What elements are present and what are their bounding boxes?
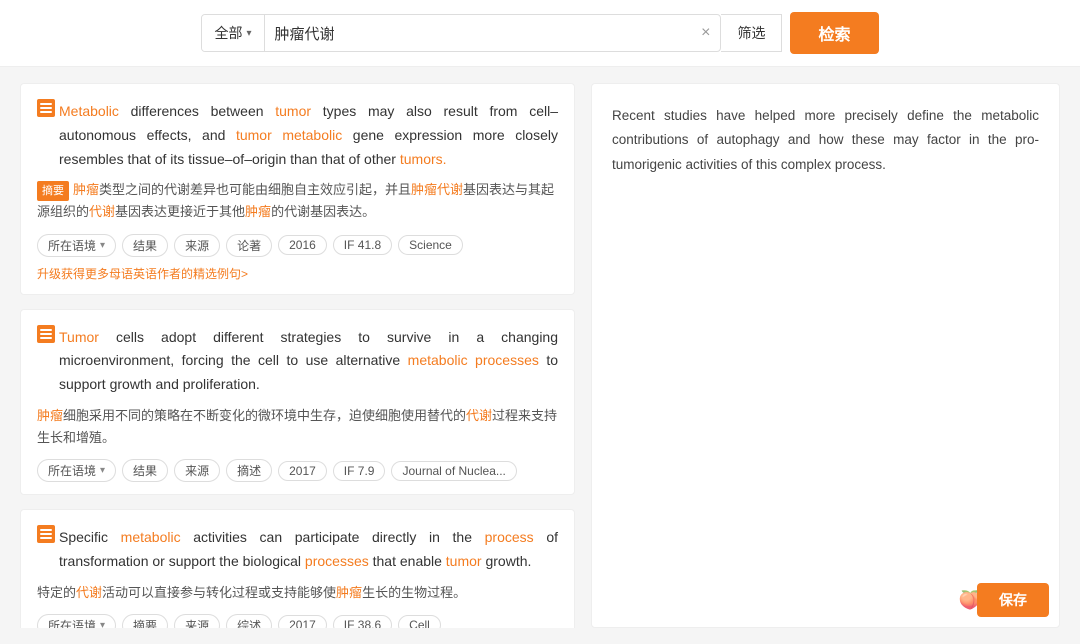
tag-context[interactable]: 所在语境▾ bbox=[37, 459, 116, 482]
tag-journal[interactable]: Journal of Nuclea... bbox=[391, 461, 516, 481]
tag-source[interactable]: 来源 bbox=[174, 234, 220, 257]
highlight: metabolic bbox=[121, 529, 181, 545]
search-button[interactable]: 检索 bbox=[790, 12, 878, 54]
tag-year[interactable]: 2016 bbox=[278, 235, 327, 255]
result-item: Tumor cells adopt different strategies t… bbox=[20, 309, 575, 496]
tag-context[interactable]: 所在语境▾ bbox=[37, 614, 116, 628]
clear-icon[interactable]: × bbox=[691, 16, 720, 50]
result-tags: 所在语境▾ 结果 来源 论著 2016 IF 41.8 Science bbox=[37, 234, 558, 257]
result-zh-text: 摘要肿瘤类型之间的代谢差异也可能由细胞自主效应引起，并且肿瘤代谢基因表达与其起源… bbox=[37, 179, 558, 223]
result-icon bbox=[37, 99, 55, 117]
search-input[interactable] bbox=[265, 17, 692, 50]
tag-source[interactable]: 来源 bbox=[174, 459, 220, 482]
chevron-down-icon: ▾ bbox=[246, 28, 251, 39]
tag-if[interactable]: IF 41.8 bbox=[333, 235, 392, 255]
preview-text: Recent studies have helped more precisel… bbox=[612, 104, 1039, 177]
main-content: Metabolic differences between tumor type… bbox=[0, 67, 1080, 644]
zh-tag: 摘要 bbox=[37, 181, 69, 202]
category-label: 全部 bbox=[214, 23, 242, 43]
tag-source[interactable]: 来源 bbox=[174, 614, 220, 628]
save-button[interactable]: 保存 bbox=[977, 583, 1049, 617]
tag-result[interactable]: 结果 bbox=[122, 234, 168, 257]
highlight: Metabolic bbox=[59, 103, 119, 119]
search-wrapper: 全部 ▾ × bbox=[201, 14, 721, 52]
highlight: tumors. bbox=[400, 151, 447, 167]
tag-type[interactable]: 论著 bbox=[226, 234, 272, 257]
result-en-text: Tumor cells adopt different strategies t… bbox=[37, 326, 558, 397]
tag-year[interactable]: 2017 bbox=[278, 461, 327, 481]
upgrade-link[interactable]: 升级获得更多母语英语作者的精选例句> bbox=[37, 265, 558, 282]
highlight: metabolic bbox=[282, 127, 342, 143]
result-tags: 所在语境▾ 结果 来源 摘述 2017 IF 7.9 Journal of Nu… bbox=[37, 459, 558, 482]
highlight: tumor bbox=[236, 127, 272, 143]
highlight: tumor bbox=[446, 553, 482, 569]
tag-if[interactable]: IF 7.9 bbox=[333, 461, 386, 481]
highlight: metabolic processes bbox=[408, 352, 539, 368]
left-panel: Metabolic differences between tumor type… bbox=[20, 83, 575, 628]
result-item: Metabolic differences between tumor type… bbox=[20, 83, 575, 295]
tag-journal[interactable]: Cell bbox=[398, 615, 441, 628]
right-panel: Recent studies have helped more precisel… bbox=[591, 83, 1060, 628]
result-tags: 所在语境▾ 摘要 来源 综述 2017 IF 38.6 Cell bbox=[37, 614, 558, 628]
tag-type[interactable]: 综述 bbox=[226, 614, 272, 628]
filter-button[interactable]: 筛选 bbox=[721, 14, 782, 52]
search-category-dropdown[interactable]: 全部 ▾ bbox=[202, 15, 264, 51]
highlight: tumor bbox=[275, 103, 311, 119]
search-bar: 全部 ▾ × 筛选 检索 bbox=[0, 0, 1080, 67]
tag-year[interactable]: 2017 bbox=[278, 615, 327, 628]
highlight: Tumor bbox=[59, 329, 99, 345]
result-icon bbox=[37, 525, 55, 543]
highlight: processes bbox=[305, 553, 369, 569]
result-zh-text: 肿瘤细胞采用不同的策略在不断变化的微环境中生存，迫使细胞使用替代的代谢过程来支持… bbox=[37, 405, 558, 449]
tag-journal[interactable]: Science bbox=[398, 235, 463, 255]
result-item: Specific metabolic activities can partic… bbox=[20, 509, 575, 628]
tag-context[interactable]: 所在语境▾ bbox=[37, 234, 116, 257]
highlight: process bbox=[485, 529, 534, 545]
tag-result[interactable]: 摘要 bbox=[122, 614, 168, 628]
tag-if[interactable]: IF 38.6 bbox=[333, 615, 392, 628]
preview-box: Recent studies have helped more precisel… bbox=[591, 83, 1060, 628]
result-en-text: Metabolic differences between tumor type… bbox=[37, 100, 558, 171]
result-icon bbox=[37, 325, 55, 343]
tag-type[interactable]: 摘述 bbox=[226, 459, 272, 482]
tag-result[interactable]: 结果 bbox=[122, 459, 168, 482]
result-zh-text: 特定的代谢活动可以直接参与转化过程或支持能够使肿瘤生长的生物过程。 bbox=[37, 582, 558, 604]
result-en-text: Specific metabolic activities can partic… bbox=[37, 526, 558, 574]
